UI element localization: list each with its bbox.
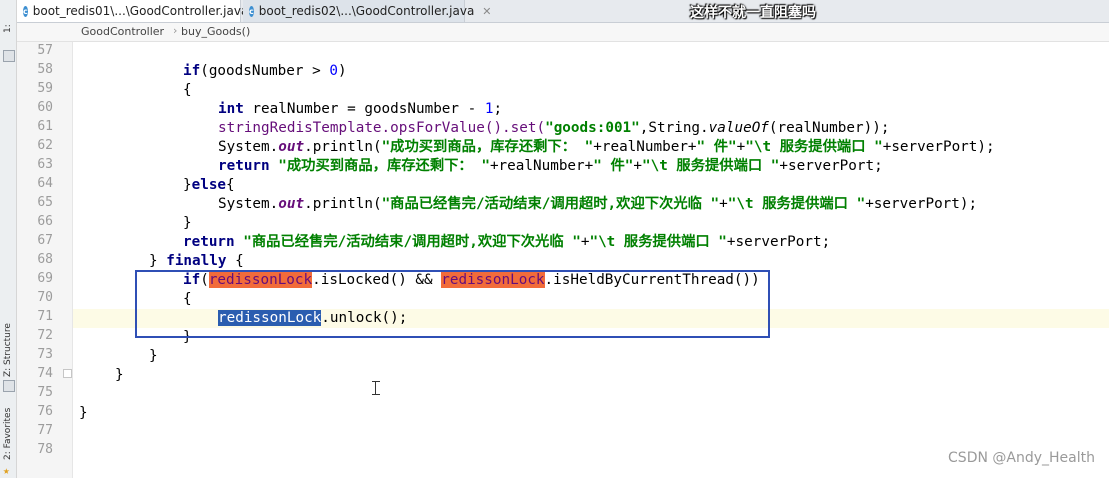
code-line-65: System.out.println("商品已经售完/活动结束/调用超时,欢迎下… bbox=[218, 196, 978, 212]
watermark: CSDN @Andy_Health bbox=[948, 450, 1095, 466]
tab-boot-redis01-goodcontroller[interactable]: c boot_redis01\...\GoodController.java ✕ bbox=[17, 0, 266, 22]
close-icon[interactable]: ✕ bbox=[482, 5, 491, 18]
code-line-59: { bbox=[183, 82, 192, 98]
favorites-tool-tab[interactable]: 2: Favorites bbox=[0, 405, 16, 463]
code-line-64: }else{ bbox=[183, 177, 235, 193]
code-line-68: } finally { bbox=[149, 253, 244, 269]
line-number: 67 bbox=[37, 233, 53, 248]
tab-boot-redis02-goodcontroller[interactable]: c boot_redis02\...\GoodController.java ✕ bbox=[243, 0, 492, 22]
line-number: 78 bbox=[37, 442, 53, 457]
code-editor[interactable]: if(goodsNumber > 0) { int realNumber = g… bbox=[73, 42, 1109, 478]
code-line-73: } bbox=[149, 348, 158, 364]
code-line-61: stringRedisTemplate.opsForValue().set("g… bbox=[218, 120, 890, 136]
video-caption-overlay: 这样不就一直阻塞吗 bbox=[690, 5, 816, 21]
fold-marker-icon[interactable] bbox=[63, 369, 72, 378]
line-number: 65 bbox=[37, 195, 53, 210]
breadcrumb-class[interactable]: GoodController bbox=[81, 25, 164, 38]
code-line-63: return "成功买到商品，库存还剩下： "+realNumber+" 件"+… bbox=[218, 158, 883, 174]
project-tool-icon[interactable] bbox=[3, 50, 15, 62]
line-number: 60 bbox=[37, 100, 53, 115]
code-line-66: } bbox=[183, 215, 192, 231]
star-icon[interactable]: ★ bbox=[3, 464, 10, 477]
code-line-76: } bbox=[79, 405, 88, 421]
tab-label: boot_redis02\...\GoodController.java bbox=[258, 4, 475, 18]
structure-tool-icon[interactable] bbox=[3, 380, 15, 392]
line-number-gutter: 57 58 59 60 61 62 63 64 65 66 67 68 69 7… bbox=[17, 42, 73, 478]
line-number: 62 bbox=[37, 138, 53, 153]
line-number: 63 bbox=[37, 157, 53, 172]
code-line-58: if(goodsNumber > 0) bbox=[183, 63, 347, 79]
annotation-rectangle bbox=[135, 270, 770, 338]
line-number: 75 bbox=[37, 385, 53, 400]
code-line-62: System.out.println("成功买到商品，库存还剩下： "+real… bbox=[218, 139, 995, 155]
line-number: 57 bbox=[37, 43, 53, 58]
breadcrumb-separator: › bbox=[173, 24, 178, 37]
breadcrumb: GoodController › buy_Goods() bbox=[17, 23, 1109, 42]
line-number: 73 bbox=[37, 347, 53, 362]
tool-window-strip: 1: Project Z: Structure 2: Favorites ★ bbox=[0, 0, 29, 478]
structure-tool-tab[interactable]: Z: Structure bbox=[0, 320, 16, 380]
line-number: 74 bbox=[37, 366, 53, 381]
line-number: 61 bbox=[37, 119, 53, 134]
line-number: 68 bbox=[37, 252, 53, 267]
line-number: 70 bbox=[37, 290, 53, 305]
line-number: 71 bbox=[37, 309, 53, 324]
line-number: 66 bbox=[37, 214, 53, 229]
text-cursor-icon bbox=[372, 381, 380, 395]
code-line-74: } bbox=[115, 367, 124, 383]
class-icon: c bbox=[249, 5, 254, 17]
code-line-67: return "商品已经售完/活动结束/调用超时,欢迎下次光临 "+"\t 服务… bbox=[183, 234, 831, 250]
editor-tab-bar: c boot_redis01\...\GoodController.java ✕… bbox=[17, 0, 1109, 23]
line-number: 58 bbox=[37, 62, 53, 77]
line-number: 76 bbox=[37, 404, 53, 419]
project-tool-tab[interactable]: 1: Project bbox=[0, 8, 29, 50]
breadcrumb-method[interactable]: buy_Goods() bbox=[181, 25, 250, 38]
code-line-60: int realNumber = goodsNumber - 1; bbox=[218, 101, 503, 117]
line-number: 59 bbox=[37, 81, 53, 96]
line-number: 72 bbox=[37, 328, 53, 343]
line-number: 77 bbox=[37, 423, 53, 438]
tab-label: boot_redis01\...\GoodController.java bbox=[32, 4, 249, 18]
line-number: 69 bbox=[37, 271, 53, 286]
class-icon: c bbox=[23, 5, 28, 17]
line-number: 64 bbox=[37, 176, 53, 191]
